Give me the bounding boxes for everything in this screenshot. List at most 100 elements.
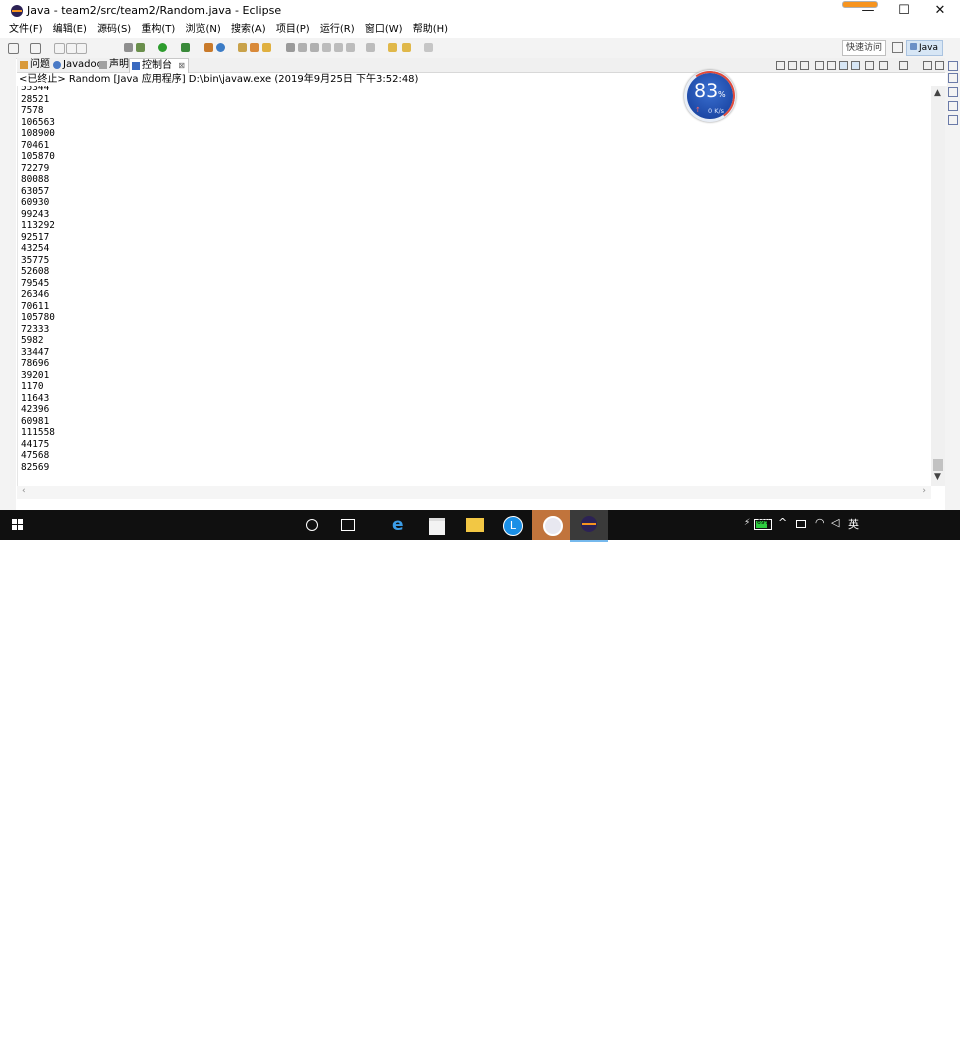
minimize-button[interactable]: — [850, 0, 886, 22]
previous-annotation-icon[interactable] [366, 43, 375, 52]
forward-icon[interactable] [424, 43, 433, 52]
volume-muted-icon[interactable]: ◁ [831, 516, 839, 529]
new-java-project-icon[interactable] [216, 43, 225, 52]
declaration-icon [99, 61, 107, 69]
scroll-lock-icon[interactable] [827, 61, 836, 70]
wifi-icon[interactable]: ◠ [815, 516, 825, 529]
open-icon[interactable] [76, 43, 87, 54]
network-monitor-widget[interactable]: 83 % ↑ 0 K/s [681, 67, 739, 125]
debug-icon[interactable] [136, 43, 145, 52]
remove-launch-icon[interactable] [788, 61, 797, 70]
coverage-icon[interactable] [181, 43, 190, 52]
console-header: <已终止> Random [Java 应用程序] D:\bin\javaw.ex… [17, 73, 947, 86]
search-icon[interactable] [286, 43, 295, 52]
store-icon[interactable] [429, 518, 445, 535]
taskbar-eclipse[interactable] [570, 510, 608, 542]
new-icon[interactable] [8, 43, 19, 54]
menu-bar: 文件(F) 编辑(E) 源码(S) 重构(T) 浏览(N) 搜索(A) 项目(P… [0, 22, 960, 38]
open-type-icon[interactable] [262, 43, 271, 52]
new-class-icon[interactable] [250, 43, 259, 52]
block-selection-icon[interactable] [322, 43, 331, 52]
scroll-up-icon[interactable]: ▲ [934, 88, 941, 98]
search-circle-icon[interactable] [306, 519, 318, 531]
run-icon[interactable] [158, 43, 167, 52]
menu-help[interactable]: 帮助(H) [413, 22, 448, 38]
menu-window[interactable]: 窗口(W) [365, 22, 403, 38]
main-toolbar [0, 38, 960, 59]
task-list-icon[interactable] [948, 115, 958, 125]
console-line: 5982 [21, 335, 44, 346]
input-language[interactable]: 英 [848, 516, 859, 532]
outline-icon[interactable] [948, 101, 958, 111]
tab-javadoc[interactable]: Javadoc [51, 58, 102, 72]
console-line: 55344 [21, 86, 50, 93]
app-l-icon[interactable]: L [503, 516, 523, 536]
scrollbar-thumb[interactable] [933, 459, 943, 471]
open-perspective-icon[interactable] [892, 42, 903, 53]
console-line: 43254 [21, 243, 50, 254]
menu-source[interactable]: 源码(S) [97, 22, 131, 38]
tab-problems[interactable]: 问题 [18, 58, 50, 72]
show-whitespace-icon[interactable] [334, 43, 343, 52]
console-line: 79545 [21, 277, 50, 289]
display-console-icon[interactable] [879, 61, 888, 70]
pin-console-icon[interactable] [865, 61, 874, 70]
back-icon[interactable] [402, 43, 411, 52]
open-console-icon[interactable] [899, 61, 908, 70]
java-perspective-button[interactable]: Java [906, 40, 943, 56]
vertical-scrollbar[interactable]: ▲ ▼ [931, 86, 945, 486]
view-minimize-icon[interactable] [923, 61, 932, 70]
mark-occurrences-icon[interactable] [310, 43, 319, 52]
quick-access-field[interactable]: 快速访问 [842, 40, 886, 56]
console-output[interactable]: 55344 28521 7578 106563 108900 70461 105870 722… [17, 86, 932, 486]
new-package-icon[interactable] [238, 43, 247, 52]
minimize-view-icon[interactable] [948, 61, 958, 71]
word-wrap-icon[interactable] [839, 61, 848, 70]
save-all-icon[interactable] [54, 43, 65, 54]
next-annotation-icon[interactable] [346, 43, 355, 52]
tab-declaration[interactable]: 声明 [97, 58, 129, 72]
console-line: 60930 [21, 197, 50, 208]
scroll-left-icon[interactable]: ‹ [22, 486, 26, 496]
horizontal-scrollbar[interactable]: ‹ › [17, 486, 931, 499]
scroll-right-icon[interactable]: › [922, 486, 926, 496]
file-explorer-icon[interactable] [466, 518, 484, 532]
external-tools-icon[interactable] [204, 43, 213, 52]
menu-file[interactable]: 文件(F) [9, 22, 43, 38]
package-explorer-icon[interactable] [948, 87, 958, 97]
maximize-button[interactable]: ☐ [886, 0, 922, 22]
tab-console[interactable]: 控制台 ⊠ [129, 58, 189, 73]
system-clock[interactable]: 15:53 2019/9/25 [866, 1023, 916, 1047]
edge-browser-icon[interactable]: e [392, 517, 408, 534]
start-windows-icon[interactable] [12, 519, 24, 531]
menu-project[interactable]: 项目(P) [276, 22, 310, 38]
annotation-icon[interactable] [298, 43, 307, 52]
taskbar-app-active[interactable] [532, 510, 570, 540]
clear-console-icon[interactable] [815, 61, 824, 70]
close-tab-icon[interactable]: ⊠ [178, 59, 185, 73]
task-view-icon[interactable] [341, 519, 355, 531]
menu-run[interactable]: 运行(R) [320, 22, 355, 38]
save-icon[interactable] [30, 43, 41, 54]
menu-refactor[interactable]: 重构(T) [141, 22, 175, 38]
terminate-icon[interactable] [776, 61, 785, 70]
console-line: 33447 [21, 346, 50, 358]
view-maximize-icon[interactable] [935, 61, 944, 70]
restore-view-icon[interactable] [948, 73, 958, 83]
show-on-output-icon[interactable] [851, 61, 860, 70]
tab-label: 问题 [30, 59, 50, 70]
skip-breakpoints-icon[interactable] [124, 43, 133, 52]
last-edit-icon[interactable] [388, 43, 397, 52]
menu-edit[interactable]: 编辑(E) [53, 22, 87, 38]
close-button[interactable]: ✕ [922, 0, 958, 22]
action-center-icon[interactable]: 2 [928, 1027, 944, 1041]
remove-all-icon[interactable] [800, 61, 809, 70]
show-hidden-icons-icon[interactable]: ^ [778, 516, 787, 529]
menu-navigate[interactable]: 浏览(N) [186, 22, 221, 38]
battery-indicator[interactable]: 69% [754, 519, 772, 530]
battery-percent: 69% [757, 519, 771, 526]
menu-search[interactable]: 搜索(A) [231, 22, 266, 38]
scroll-down-icon[interactable]: ▼ [934, 472, 941, 482]
power-plug-icon[interactable]: ⚡ [744, 518, 750, 528]
battery-tray-icon[interactable] [796, 520, 806, 528]
